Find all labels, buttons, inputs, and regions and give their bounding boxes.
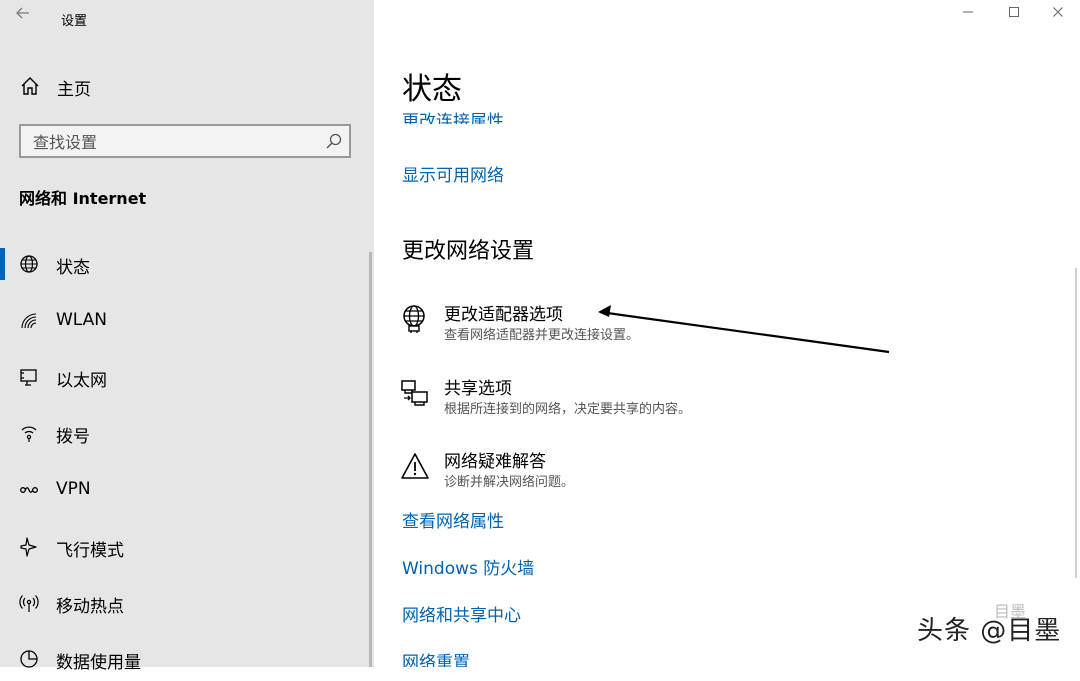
main-content: 状态 更改连接属性 显示可用网络 更改网络设置 更改适配器选项 查看网络适配器并… bbox=[374, 0, 1080, 667]
option-title: 更改适配器选项 bbox=[444, 305, 563, 325]
sidebar-item-ethernet[interactable]: 以太网 bbox=[0, 355, 370, 399]
windows-firewall-link[interactable]: Windows 防火墙 bbox=[402, 554, 534, 579]
maximize-button[interactable] bbox=[1002, 4, 1026, 26]
sidebar-item-hotspot[interactable]: 移动热点 bbox=[0, 581, 370, 625]
maximize-icon bbox=[1009, 7, 1019, 17]
airplane-icon bbox=[20, 537, 37, 557]
option-title: 共享选项 bbox=[444, 379, 512, 399]
option-description: 诊断并解决网络问题。 bbox=[444, 475, 575, 490]
show-available-networks-link[interactable]: 显示可用网络 bbox=[402, 161, 504, 186]
sidebar-item-data-usage[interactable]: 数据使用量 bbox=[0, 637, 370, 681]
sidebar-item-label: 数据使用量 bbox=[56, 653, 141, 673]
search-input[interactable] bbox=[31, 130, 315, 154]
network-troubleshooter[interactable]: 网络疑难解答 诊断并解决网络问题。 bbox=[400, 447, 900, 503]
sidebar-scrollbar[interactable] bbox=[369, 252, 372, 667]
back-button[interactable] bbox=[12, 4, 34, 26]
minimize-button[interactable] bbox=[956, 4, 980, 26]
change-adapter-options[interactable]: 更改适配器选项 查看网络适配器并更改连接设置。 bbox=[400, 300, 900, 356]
option-description: 根据所连接到的网络，决定要共享的内容。 bbox=[444, 402, 692, 417]
sidebar-item-label: WLAN bbox=[56, 310, 108, 330]
change-network-settings-heading: 更改网络设置 bbox=[402, 239, 535, 264]
search-box[interactable] bbox=[19, 124, 351, 158]
sidebar-item-label: 拨号 bbox=[56, 427, 90, 447]
sidebar-item-label: 主页 bbox=[57, 80, 91, 100]
sidebar: 设置 主页 网络和 Internet 状态 WLAN bbox=[0, 0, 374, 673]
network-sharing-center-link[interactable]: 网络和共享中心 bbox=[402, 601, 521, 626]
adapter-globe-icon bbox=[403, 305, 425, 333]
link-label: 更改连接属性 bbox=[402, 112, 504, 124]
close-icon bbox=[1053, 7, 1063, 17]
option-title: 网络疑难解答 bbox=[444, 452, 546, 472]
sidebar-item-dialup[interactable]: 拨号 bbox=[0, 411, 370, 455]
option-description: 查看网络适配器并更改连接设置。 bbox=[444, 328, 640, 343]
minimize-icon bbox=[963, 11, 973, 13]
sidebar-item-label: 以太网 bbox=[56, 371, 107, 391]
sidebar-item-home[interactable]: 主页 bbox=[0, 64, 374, 108]
sidebar-item-label: 状态 bbox=[56, 258, 90, 278]
back-arrow-icon bbox=[16, 7, 29, 19]
sidebar-item-status[interactable]: 状态 bbox=[0, 242, 370, 286]
hotspot-icon bbox=[19, 595, 39, 612]
dialup-icon bbox=[21, 426, 37, 442]
sidebar-item-wlan[interactable]: WLAN bbox=[0, 299, 370, 343]
section-title: 网络和 Internet bbox=[19, 189, 147, 208]
main-scrollbar[interactable] bbox=[1075, 268, 1077, 578]
home-icon bbox=[21, 77, 39, 95]
sidebar-item-label: 移动热点 bbox=[56, 597, 124, 617]
ethernet-icon bbox=[20, 369, 37, 386]
sidebar-item-vpn[interactable]: VPN bbox=[0, 468, 370, 512]
sidebar-item-label: VPN bbox=[56, 479, 91, 499]
selected-indicator bbox=[0, 248, 5, 280]
network-reset-link[interactable]: 网络重置 bbox=[402, 648, 470, 667]
sharing-options[interactable]: 共享选项 根据所连接到的网络，决定要共享的内容。 bbox=[400, 374, 900, 430]
view-network-properties-link[interactable]: 查看网络属性 bbox=[402, 507, 504, 532]
wifi-icon bbox=[21, 313, 37, 329]
sidebar-item-label: 飞行模式 bbox=[56, 541, 124, 561]
globe-icon bbox=[20, 255, 38, 273]
vpn-icon bbox=[20, 487, 38, 493]
sidebar-item-airplane[interactable]: 飞行模式 bbox=[0, 525, 370, 569]
app-title: 设置 bbox=[61, 14, 88, 29]
close-button[interactable] bbox=[1046, 4, 1070, 26]
sharing-icon bbox=[401, 380, 428, 406]
change-connection-properties-link[interactable]: 更改连接属性 bbox=[402, 102, 702, 124]
search-icon[interactable] bbox=[325, 132, 343, 150]
warning-icon bbox=[401, 453, 429, 479]
watermark: 头条 @目墨 bbox=[917, 616, 1062, 646]
